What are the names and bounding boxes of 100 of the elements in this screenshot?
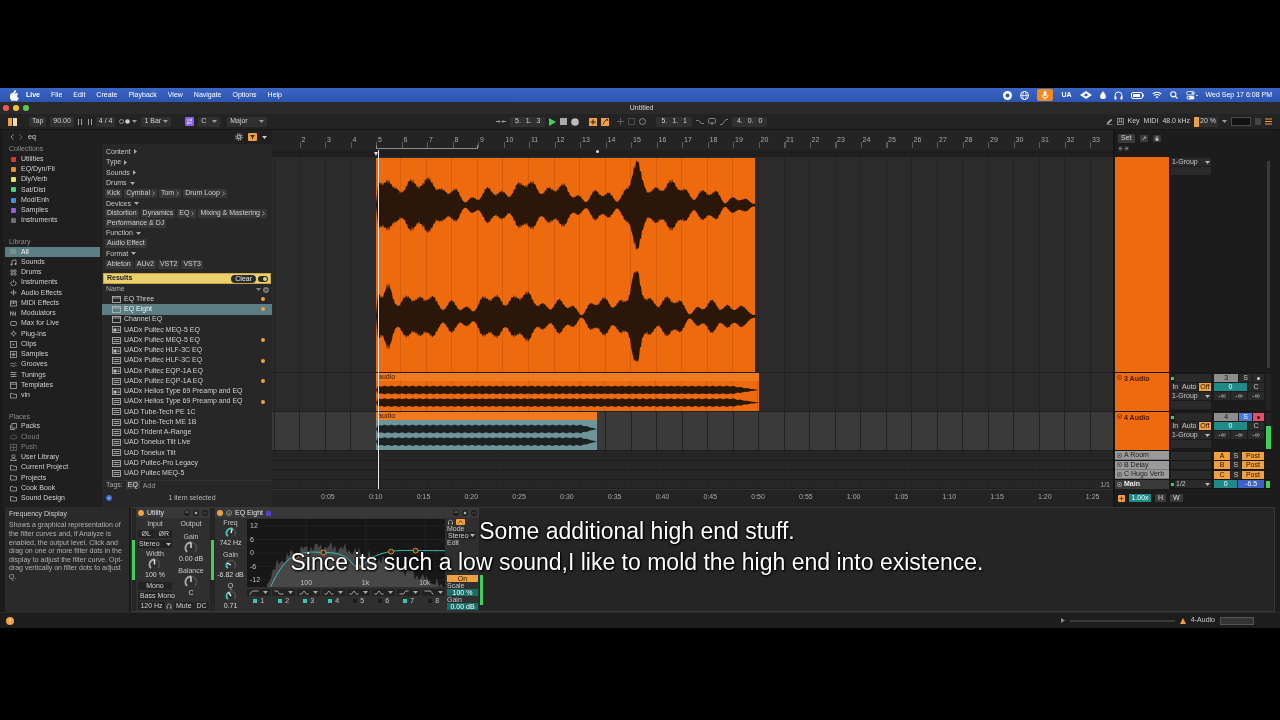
forward-icon[interactable] <box>19 134 23 140</box>
filter-type-dropdown[interactable] <box>422 589 445 596</box>
dots-circle-icon[interactable] <box>471 510 477 516</box>
arm-button[interactable] <box>1252 413 1264 421</box>
bars-icon[interactable] <box>77 118 92 125</box>
ramp-icon[interactable] <box>719 118 728 125</box>
stop-icon[interactable] <box>560 118 568 125</box>
arc-circle-icon[interactable] <box>184 510 190 516</box>
band-toggle[interactable] <box>302 598 308 604</box>
play-circle-icon[interactable] <box>1117 462 1122 467</box>
knob[interactable] <box>184 540 198 555</box>
filter-type-dropdown[interactable] <box>347 589 370 596</box>
search-icon[interactable] <box>1169 91 1178 99</box>
knob[interactable] <box>224 590 237 602</box>
menu-icon[interactable] <box>1265 118 1272 125</box>
keyboard-icon[interactable] <box>1116 118 1124 125</box>
play-circle-icon[interactable] <box>1117 452 1122 458</box>
headphones-icon[interactable] <box>1113 90 1123 100</box>
apple-icon[interactable] <box>10 89 19 101</box>
filter-type-dropdown[interactable] <box>397 589 420 596</box>
toggle-pill-icon[interactable] <box>258 275 268 282</box>
square-circle-icon[interactable] <box>462 510 468 516</box>
filter-type-dropdown[interactable] <box>297 589 320 596</box>
band-toggle[interactable] <box>402 598 408 604</box>
info-dot-icon[interactable] <box>106 495 112 502</box>
plus-square-icon[interactable] <box>1118 494 1125 502</box>
lock-icon[interactable] <box>1152 134 1161 142</box>
toggles-icon[interactable] <box>1185 90 1198 100</box>
arrows-icon[interactable] <box>496 119 506 124</box>
filter-type-dropdown[interactable] <box>247 589 270 596</box>
headphones-icon[interactable] <box>447 519 454 525</box>
filter-icon[interactable] <box>248 133 257 141</box>
dots-dropdown[interactable] <box>119 119 138 124</box>
arm-button[interactable] <box>1252 374 1264 382</box>
record-icon[interactable] <box>571 117 580 126</box>
band-toggle[interactable] <box>252 598 258 604</box>
device-toggle[interactable] <box>217 510 223 516</box>
crosshair-icon <box>10 330 17 338</box>
info-icon[interactable] <box>6 616 14 625</box>
drop-icon[interactable] <box>1099 91 1106 99</box>
overview-box <box>1220 616 1254 625</box>
band-toggle[interactable] <box>327 598 333 604</box>
record-dot-icon <box>1256 415 1260 419</box>
band-toggle[interactable] <box>277 598 283 604</box>
dotted-square-icon[interactable] <box>628 118 636 125</box>
caret-icon <box>1205 394 1210 398</box>
right-arrow-icon[interactable] <box>1124 145 1129 151</box>
layout-icon[interactable] <box>8 117 17 126</box>
input-field[interactable] <box>1231 117 1251 126</box>
arrow-circle-icon[interactable] <box>226 510 232 516</box>
zoom-button[interactable] <box>23 105 29 111</box>
plus-icon[interactable] <box>589 117 598 126</box>
wifi-icon[interactable] <box>1151 91 1162 99</box>
window-icon <box>112 316 121 324</box>
waveform-icon <box>10 289 17 297</box>
minus-circle-icon[interactable] <box>263 286 269 293</box>
globe-icon[interactable] <box>1020 90 1030 100</box>
panel-icon <box>112 336 121 344</box>
play-circle-icon[interactable] <box>1117 471 1122 477</box>
bell-curve-icon <box>374 590 384 595</box>
wave-line-icon[interactable] <box>695 118 704 125</box>
play-icon[interactable] <box>549 117 557 126</box>
settings-icon[interactable] <box>235 133 243 141</box>
microphone-icon[interactable] <box>1037 89 1054 101</box>
square-arrows-icon[interactable] <box>185 117 195 126</box>
knob[interactable] <box>224 527 237 539</box>
caret-icon <box>1205 433 1210 437</box>
square-circle-icon[interactable] <box>193 510 199 516</box>
circle-icon[interactable] <box>639 118 647 125</box>
left-arrow-icon[interactable] <box>1118 145 1123 151</box>
curve-arrow-icon[interactable] <box>601 117 610 126</box>
loop-brace[interactable] <box>376 145 478 149</box>
minimize-button[interactable] <box>13 105 19 111</box>
record-dot-icon <box>1256 376 1260 380</box>
battery-icon[interactable] <box>1130 91 1144 99</box>
filter-type-dropdown[interactable] <box>372 589 395 596</box>
caret-icon <box>469 534 475 537</box>
speech-box-icon[interactable] <box>707 118 716 125</box>
input-field[interactable] <box>1175 413 1211 421</box>
arc-circle-icon[interactable] <box>453 510 459 516</box>
record-circle-icon[interactable] <box>1003 90 1013 100</box>
triangle-icon[interactable] <box>1179 617 1186 624</box>
filter-type-dropdown[interactable] <box>272 589 295 596</box>
subtitle-text: Some additional high end stuff. <box>479 518 795 544</box>
device-toggle[interactable] <box>138 510 144 516</box>
dots-circle-icon[interactable] <box>202 510 208 516</box>
headphones-icon[interactable] <box>166 602 172 609</box>
expand-icon[interactable] <box>1139 134 1148 142</box>
back-icon[interactable] <box>10 134 14 140</box>
level-meter-icon <box>211 539 214 580</box>
audio-clip[interactable] <box>376 158 755 372</box>
level-meter-icon <box>132 539 135 580</box>
pencil-icon[interactable] <box>1105 118 1113 125</box>
triangle-icon[interactable] <box>1060 618 1065 623</box>
diamond-icon[interactable] <box>1079 91 1092 99</box>
close-button[interactable] <box>3 105 9 111</box>
filter-type-dropdown[interactable] <box>322 589 345 596</box>
input-field[interactable] <box>1175 374 1211 382</box>
panel-icon <box>112 428 121 436</box>
knob[interactable] <box>224 558 237 571</box>
